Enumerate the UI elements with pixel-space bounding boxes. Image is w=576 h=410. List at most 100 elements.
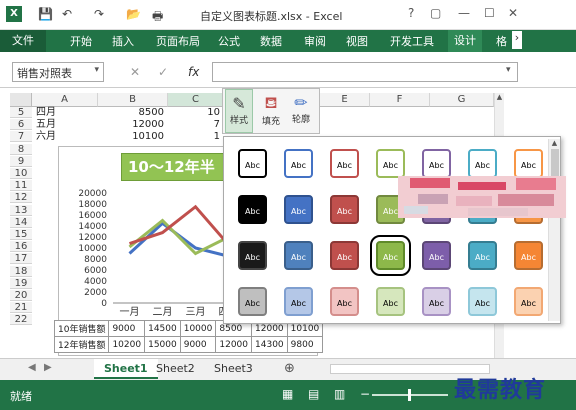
save-icon[interactable]: 💾 xyxy=(38,7,53,21)
style-swatch[interactable]: Abc xyxy=(370,235,411,276)
shape-style-button[interactable]: ✎ 样式 xyxy=(225,89,253,133)
normal-view-icon[interactable]: ▦ xyxy=(282,387,293,401)
row-header[interactable]: 20 xyxy=(10,290,32,301)
style-swatch[interactable]: Abc xyxy=(422,241,451,270)
style-swatch[interactable]: Abc xyxy=(284,149,313,178)
style-swatch[interactable]: Abc xyxy=(330,149,359,178)
style-swatch[interactable]: Abc xyxy=(468,287,497,316)
tab-developer[interactable]: 开发工具 xyxy=(390,33,434,49)
page-break-view-icon[interactable]: ▥ xyxy=(334,387,345,401)
sheet-scroll-left-icon[interactable]: ◀ xyxy=(28,362,36,373)
style-swatch[interactable]: Abc xyxy=(422,287,451,316)
cell-value[interactable]: 10 xyxy=(200,107,220,118)
style-swatch[interactable]: Abc xyxy=(284,195,313,224)
row-header[interactable]: 10 xyxy=(10,168,32,179)
tab-review[interactable]: 审阅 xyxy=(304,33,326,49)
row-header[interactable]: 21 xyxy=(10,302,32,314)
close-button[interactable]: ✕ xyxy=(508,6,518,20)
formula-input[interactable] xyxy=(212,62,518,82)
tab-insert[interactable]: 插入 xyxy=(112,33,134,49)
row-header[interactable]: 5 xyxy=(10,107,32,118)
tab-file[interactable]: 文件 xyxy=(0,30,46,52)
style-swatch[interactable]: Abc xyxy=(514,287,543,316)
style-swatch[interactable]: Abc xyxy=(514,241,543,270)
expand-formula-icon[interactable]: ▾ xyxy=(506,65,511,75)
enter-icon[interactable]: ✓ xyxy=(158,65,168,79)
column-header[interactable]: G xyxy=(430,93,494,107)
tab-view[interactable]: 视图 xyxy=(346,33,368,49)
row-header[interactable]: 7 xyxy=(10,131,32,143)
column-header[interactable]: F xyxy=(370,93,430,107)
style-swatch[interactable]: Abc xyxy=(238,287,267,316)
row-header[interactable]: 11 xyxy=(10,180,32,192)
page-layout-view-icon[interactable]: ▤ xyxy=(308,387,319,401)
shape-outline-button[interactable]: ✏ 轮廓 xyxy=(287,89,315,133)
name-box[interactable]: 销售对照表 ▾ xyxy=(12,62,104,82)
zoom-out-icon[interactable]: − xyxy=(360,387,370,401)
style-swatch[interactable]: Abc xyxy=(284,241,313,270)
column-header[interactable]: A xyxy=(32,93,98,107)
cell-month[interactable]: 五月 xyxy=(36,119,56,130)
cell-month[interactable]: 六月 xyxy=(36,131,56,142)
insert-function-icon[interactable]: fx xyxy=(188,65,199,79)
minimize-button[interactable]: — xyxy=(458,6,470,20)
cell-value[interactable]: 1 xyxy=(200,131,220,142)
style-swatch[interactable]: Abc xyxy=(422,149,451,178)
row-header[interactable]: 12 xyxy=(10,192,32,204)
style-swatch[interactable]: Abc xyxy=(284,287,313,316)
column-header[interactable]: C xyxy=(168,93,224,107)
sheet-tab-3[interactable]: Sheet3 xyxy=(204,359,263,379)
style-swatch[interactable]: Abc xyxy=(330,195,359,224)
style-swatch[interactable]: Abc xyxy=(376,287,405,316)
tab-design[interactable]: 设计 xyxy=(448,30,482,52)
style-swatch[interactable]: Abc xyxy=(238,241,267,270)
tab-home[interactable]: 开始 xyxy=(70,33,92,49)
style-swatch[interactable]: Abc xyxy=(238,149,267,178)
cell-value[interactable]: 8500 xyxy=(100,107,164,118)
style-swatch[interactable]: Abc xyxy=(468,149,497,178)
row-header[interactable]: 18 xyxy=(10,265,32,277)
row-header[interactable]: 14 xyxy=(10,216,32,228)
cell-value[interactable]: 12000 xyxy=(100,119,164,130)
zoom-slider-thumb[interactable] xyxy=(408,389,411,401)
cell-month[interactable]: 四月 xyxy=(36,107,56,118)
sheet-scroll-right-icon[interactable]: ▶ xyxy=(44,362,52,373)
tab-data[interactable]: 数据 xyxy=(260,33,282,49)
redo-icon[interactable]: ↷ xyxy=(94,7,104,21)
row-header[interactable]: 6 xyxy=(10,119,32,131)
style-swatch[interactable]: Abc xyxy=(330,241,359,270)
cell-value[interactable]: 10100 xyxy=(100,131,164,142)
column-header[interactable]: E xyxy=(320,93,370,107)
folder-icon[interactable]: 📂 xyxy=(126,7,141,21)
style-swatch[interactable]: Abc xyxy=(330,287,359,316)
scroll-up-icon[interactable]: ▲ xyxy=(495,93,504,101)
row-header[interactable]: 16 xyxy=(10,241,32,253)
style-swatch[interactable]: Abc xyxy=(514,149,543,178)
column-header[interactable]: B xyxy=(98,93,168,107)
tab-format[interactable]: 格 xyxy=(496,33,507,49)
row-header[interactable]: 8 xyxy=(10,143,32,155)
shape-fill-button[interactable]: ⛾ 填充 xyxy=(257,89,285,133)
print-preview-icon[interactable]: 🖶 xyxy=(152,7,163,28)
row-header[interactable]: 15 xyxy=(10,229,32,240)
row-header[interactable]: 9 xyxy=(10,155,32,167)
chevron-down-icon[interactable]: ▾ xyxy=(94,65,99,75)
cancel-icon[interactable]: ✕ xyxy=(130,65,140,79)
style-swatch[interactable]: Abc xyxy=(376,149,405,178)
select-all-corner[interactable] xyxy=(10,93,32,107)
sheet-tab-2[interactable]: Sheet2 xyxy=(146,359,205,379)
tab-page-layout[interactable]: 页面布局 xyxy=(156,33,200,49)
row-header[interactable]: 13 xyxy=(10,204,32,216)
add-sheet-icon[interactable]: ⊕ xyxy=(284,361,295,376)
help-button[interactable]: ? xyxy=(408,6,414,20)
style-swatch[interactable]: Abc xyxy=(468,241,497,270)
row-header[interactable]: 19 xyxy=(10,277,32,289)
undo-icon[interactable]: ↶ xyxy=(62,7,72,21)
gallery-scrollbar[interactable]: ▲ xyxy=(548,139,560,321)
maximize-button[interactable]: ☐ xyxy=(484,6,495,20)
ribbon-display-button[interactable]: ▢ xyxy=(430,6,441,20)
scroll-up-icon[interactable]: ▲ xyxy=(549,139,560,147)
row-header[interactable]: 22 xyxy=(10,314,32,326)
style-swatch[interactable]: Abc xyxy=(238,195,267,224)
ribbon-scroll-right-icon[interactable]: › xyxy=(512,31,522,49)
